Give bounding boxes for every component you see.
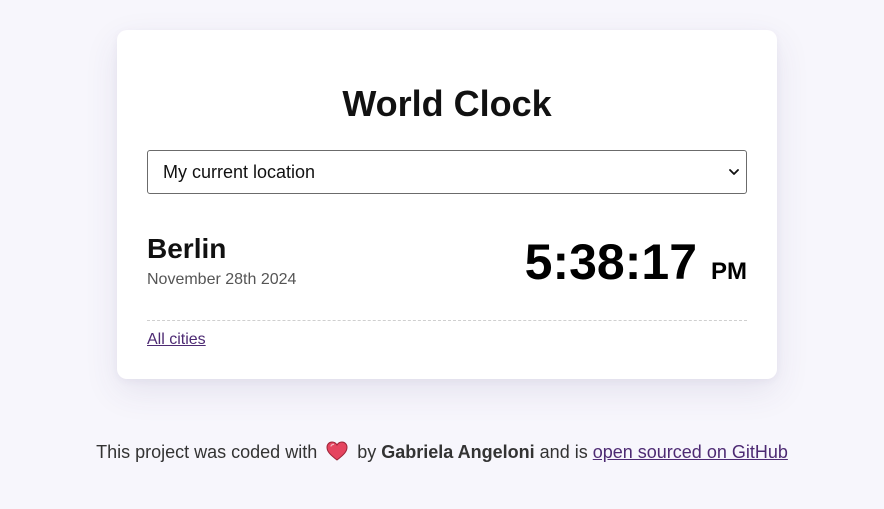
city-date: November 28th 2024 — [147, 271, 297, 288]
all-cities-link[interactable]: All cities — [147, 330, 206, 350]
time-value: 5:38:17 — [524, 234, 697, 290]
chevron-down-icon — [729, 169, 739, 175]
heart-icon — [326, 441, 348, 461]
city-select-value: My current location — [163, 162, 316, 182]
page-title: World Clock — [342, 83, 552, 124]
city-name: Berlin — [147, 233, 227, 264]
footer-author: Gabriela Angeloni — [381, 442, 535, 462]
footer-prefix: This project was coded with — [96, 442, 318, 462]
city-time: 5:38:17 PM — [525, 230, 747, 294]
city-select[interactable]: My current location — [147, 150, 747, 194]
clock-card: World Clock My current location Berlin N… — [117, 30, 777, 379]
footer-middle: and is — [539, 442, 588, 462]
footer-by: by — [357, 442, 377, 462]
time-period: PM — [711, 258, 747, 285]
divider — [147, 320, 747, 321]
footer: This project was coded with by Gabriela … — [0, 440, 884, 464]
github-link[interactable]: open sourced on GitHub — [593, 442, 788, 462]
